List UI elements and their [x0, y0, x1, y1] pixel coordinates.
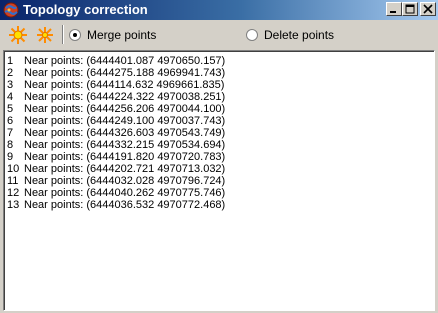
list-item[interactable]: 11 Near points: (6444032.028 4970796.724)	[7, 175, 225, 187]
list-item-number: 6	[7, 115, 14, 127]
list-item-number: 2	[7, 67, 14, 79]
list-item-number: 7	[7, 127, 14, 139]
list-item[interactable]: 5 Near points: (6444256.206 4970044.100)	[7, 103, 225, 115]
merge-points-radio[interactable]: Merge points	[69, 28, 156, 42]
app-globe-icon	[3, 2, 19, 18]
minimize-button[interactable]	[386, 2, 402, 16]
list-item-text: Near points: (6444224.322 4970038.251)	[24, 91, 226, 103]
list-item-text: Near points: (6444040.262 4970775.746)	[24, 187, 226, 199]
list-item-number: 8	[7, 139, 14, 151]
list-content: 1 Near points: (6444401.087 4970650.157) 2…	[4, 51, 434, 310]
list-item-number: 4	[7, 91, 14, 103]
list-item-number: 11	[7, 175, 19, 187]
list-item-text: Near points: (6444332.215 4970534.694)	[24, 139, 226, 151]
list-item-number: 5	[7, 103, 14, 115]
list-item-text: Near points: (6444249.100 4970037.743)	[24, 115, 226, 127]
list-item[interactable]: 4 Near points: (6444224.322 4970038.251)	[7, 91, 225, 103]
merge-points-label: Merge points	[87, 28, 157, 42]
close-button[interactable]	[420, 2, 436, 16]
explode-points-icon[interactable]	[8, 25, 28, 45]
title-bar[interactable]: Topology correction	[0, 0, 438, 20]
radio-selected-icon	[69, 29, 81, 41]
window-title: Topology correction	[23, 2, 148, 17]
list-item-text: Near points: (6444114.632 4969661.835)	[24, 79, 225, 91]
near-points-list[interactable]: 1 Near points: (6444401.087 4970650.157) 2…	[3, 50, 435, 311]
collapse-points-icon[interactable]	[35, 25, 55, 45]
list-item[interactable]: 8 Near points: (6444332.215 4970534.694)	[7, 139, 225, 151]
list-item[interactable]: 1 Near points: (6444401.087 4970650.157)	[7, 55, 225, 67]
list-item[interactable]: 3 Near points: (6444114.632 4969661.835)	[7, 79, 224, 91]
list-item-text: Near points: (6444326.603 4970543.749)	[24, 127, 226, 139]
list-item-number: 12	[7, 187, 20, 199]
list-item[interactable]: 6 Near points: (6444249.100 4970037.743)	[7, 115, 225, 127]
list-item-number: 3	[7, 79, 14, 91]
list-item[interactable]: 2 Near points: (6444275.188 4969941.743)	[7, 67, 225, 79]
minimize-icon	[390, 11, 396, 13]
list-item[interactable]: 10 Near points: (6444202.721 4970713.032)	[7, 163, 225, 175]
list-item-number: 1	[7, 55, 14, 67]
list-item[interactable]: 12 Near points: (6444040.262 4970775.746)	[7, 187, 225, 199]
close-icon	[423, 4, 433, 14]
toolbar-separator	[62, 25, 64, 44]
radio-unselected-icon	[246, 29, 258, 41]
delete-points-label: Delete points	[264, 28, 335, 42]
list-item-text: Near points: (6444036.532 4970772.468)	[24, 199, 226, 211]
topology-correction-window: Topology correction Merge points Delete …	[0, 0, 438, 313]
list-item-text: Near points: (6444401.087 4970650.157)	[24, 55, 226, 67]
maximize-icon	[405, 4, 415, 14]
list-item[interactable]: 13 Near points: (6444036.532 4970772.468)	[7, 199, 225, 211]
list-item-text: Near points: (6444275.188 4969941.743)	[24, 67, 226, 79]
delete-points-radio[interactable]: Delete points	[246, 28, 334, 42]
list-item-number: 13	[7, 199, 20, 211]
list-item[interactable]: 7 Near points: (6444326.603 4970543.749)	[7, 127, 225, 139]
list-item-text: Near points: (6444032.028 4970796.724)	[24, 175, 226, 187]
toolbar: Merge points Delete points	[0, 20, 438, 48]
list-item-number: 10	[7, 163, 20, 175]
list-item-text: Near points: (6444256.206 4970044.100)	[24, 103, 226, 115]
list-item-number: 9	[7, 151, 14, 163]
list-item-text: Near points: (6444191.820 4970720.783)	[24, 151, 226, 163]
list-item-text: Near points: (6444202.721 4970713.032)	[24, 163, 226, 175]
maximize-button[interactable]	[402, 2, 418, 16]
list-item[interactable]: 9 Near points: (6444191.820 4970720.783)	[7, 151, 225, 163]
